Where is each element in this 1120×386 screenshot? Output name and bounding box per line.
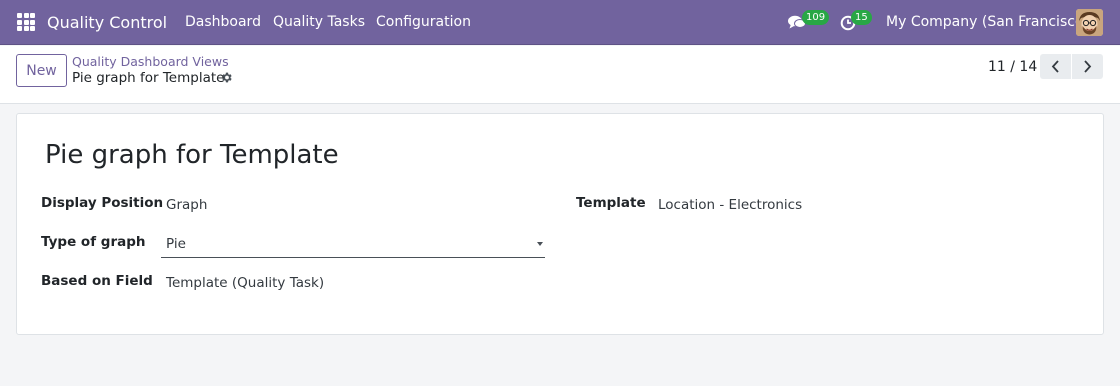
type-of-graph-label: Type of graph [41,234,146,250]
messages-count-badge: 109 [802,10,830,25]
top-navbar: Quality Control Dashboard Quality Tasks … [0,0,1120,45]
caret-down-icon [537,242,543,246]
based-on-field-value: Template (Quality Task) [166,275,325,291]
menu-quality-tasks[interactable]: Quality Tasks [273,0,365,45]
form-sheet: Pie graph for Template Display Position … [16,113,1104,335]
record-title-field[interactable]: Pie graph for Template [45,140,339,170]
chevron-left-icon [1051,60,1059,73]
template-label: Template [576,195,646,211]
type-of-graph-value: Pie [166,236,186,252]
avatar[interactable] [1076,9,1103,36]
breadcrumb-current: Pie graph for Template [72,70,225,86]
display-position-label: Display Position [41,195,164,211]
menu-dashboard[interactable]: Dashboard [185,0,261,45]
apps-grid-icon[interactable] [17,13,35,31]
activities-count-badge: 15 [851,10,872,25]
gear-icon[interactable] [220,71,233,84]
pager-previous-button[interactable] [1040,54,1071,79]
menu-configuration[interactable]: Configuration [376,0,471,45]
pager-value[interactable]: 11 / 14 [988,59,1037,75]
company-switcher[interactable]: My Company (San Francisco) [886,0,1089,45]
app-name[interactable]: Quality Control [47,0,167,45]
breadcrumb-parent-link[interactable]: Quality Dashboard Views [72,54,229,69]
control-panel: New Quality Dashboard Views Pie graph fo… [0,46,1120,104]
new-button[interactable]: New [16,54,67,87]
display-position-value: Graph [166,197,208,213]
template-value: Location - Electronics [658,197,803,213]
based-on-field-label: Based on Field [41,273,153,289]
type-of-graph-select[interactable]: Pie [161,230,545,258]
chevron-right-icon [1084,60,1092,73]
pager-next-button[interactable] [1072,54,1103,79]
